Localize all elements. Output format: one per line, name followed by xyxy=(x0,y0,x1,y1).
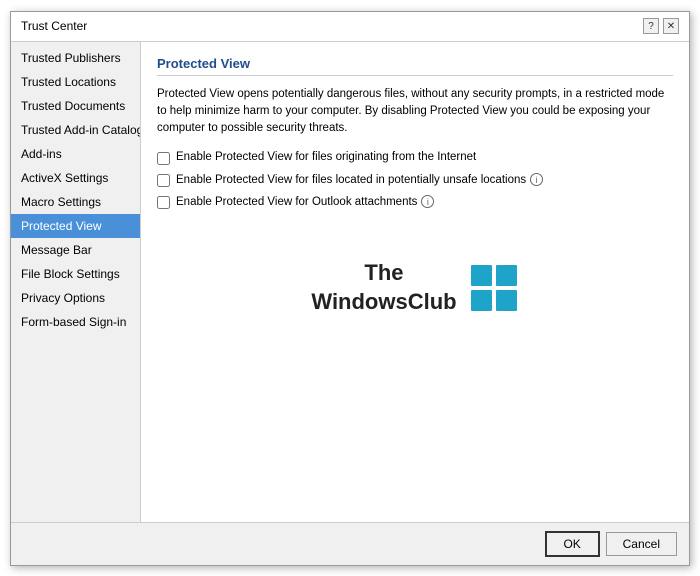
close-button[interactable]: ✕ xyxy=(663,18,679,34)
sidebar-item-trusted-publishers[interactable]: Trusted Publishers xyxy=(11,46,140,70)
section-title: Protected View xyxy=(157,56,673,76)
logo-icon xyxy=(469,263,519,313)
logo-text: The WindowsClub xyxy=(311,259,456,316)
description-text: Protected View opens potentially dangero… xyxy=(157,86,673,138)
checkbox-unsafe-locations-label[interactable]: Enable Protected View for files located … xyxy=(176,173,543,186)
checkbox-outlook-attachments-label[interactable]: Enable Protected View for Outlook attach… xyxy=(176,195,434,208)
sidebar-item-privacy-options[interactable]: Privacy Options xyxy=(11,286,140,310)
ok-button[interactable]: OK xyxy=(545,531,600,557)
sidebar-item-macro-settings[interactable]: Macro Settings xyxy=(11,190,140,214)
sidebar: Trusted Publishers Trusted Locations Tru… xyxy=(11,42,141,522)
sidebar-item-form-based-sign-in[interactable]: Form-based Sign-in xyxy=(11,310,140,334)
title-bar-controls: ? ✕ xyxy=(643,18,679,34)
dialog-body: Trusted Publishers Trusted Locations Tru… xyxy=(11,42,689,522)
checkbox-internet-files-label[interactable]: Enable Protected View for files originat… xyxy=(176,151,476,163)
main-content: Protected View Protected View opens pote… xyxy=(141,42,689,522)
checkbox-internet-files-row: Enable Protected View for files originat… xyxy=(157,151,673,165)
checkbox-outlook-attachments[interactable] xyxy=(157,196,170,209)
help-button[interactable]: ? xyxy=(643,18,659,34)
dialog-title: Trust Center xyxy=(21,19,87,33)
logo-container: The WindowsClub xyxy=(311,259,518,316)
info-icon-outlook-attachments[interactable]: i xyxy=(421,195,434,208)
logo-area: The WindowsClub xyxy=(157,239,673,336)
checkbox-outlook-attachments-row: Enable Protected View for Outlook attach… xyxy=(157,195,673,209)
info-icon-unsafe-locations[interactable]: i xyxy=(530,173,543,186)
sidebar-item-trusted-add-in-catalogs[interactable]: Trusted Add-in Catalogs xyxy=(11,118,140,142)
sidebar-item-message-bar[interactable]: Message Bar xyxy=(11,238,140,262)
checkbox-unsafe-locations-row: Enable Protected View for files located … xyxy=(157,173,673,187)
sidebar-item-protected-view[interactable]: Protected View xyxy=(11,214,140,238)
sidebar-item-activex-settings[interactable]: ActiveX Settings xyxy=(11,166,140,190)
sidebar-item-trusted-documents[interactable]: Trusted Documents xyxy=(11,94,140,118)
dialog-footer: OK Cancel xyxy=(11,522,689,565)
sidebar-item-file-block-settings[interactable]: File Block Settings xyxy=(11,262,140,286)
title-bar: Trust Center ? ✕ xyxy=(11,12,689,42)
checkbox-internet-files[interactable] xyxy=(157,152,170,165)
trust-center-dialog: Trust Center ? ✕ Trusted Publishers Trus… xyxy=(10,11,690,566)
cancel-button[interactable]: Cancel xyxy=(606,532,677,556)
sidebar-item-trusted-locations[interactable]: Trusted Locations xyxy=(11,70,140,94)
sidebar-item-add-ins[interactable]: Add-ins xyxy=(11,142,140,166)
checkbox-unsafe-locations[interactable] xyxy=(157,174,170,187)
